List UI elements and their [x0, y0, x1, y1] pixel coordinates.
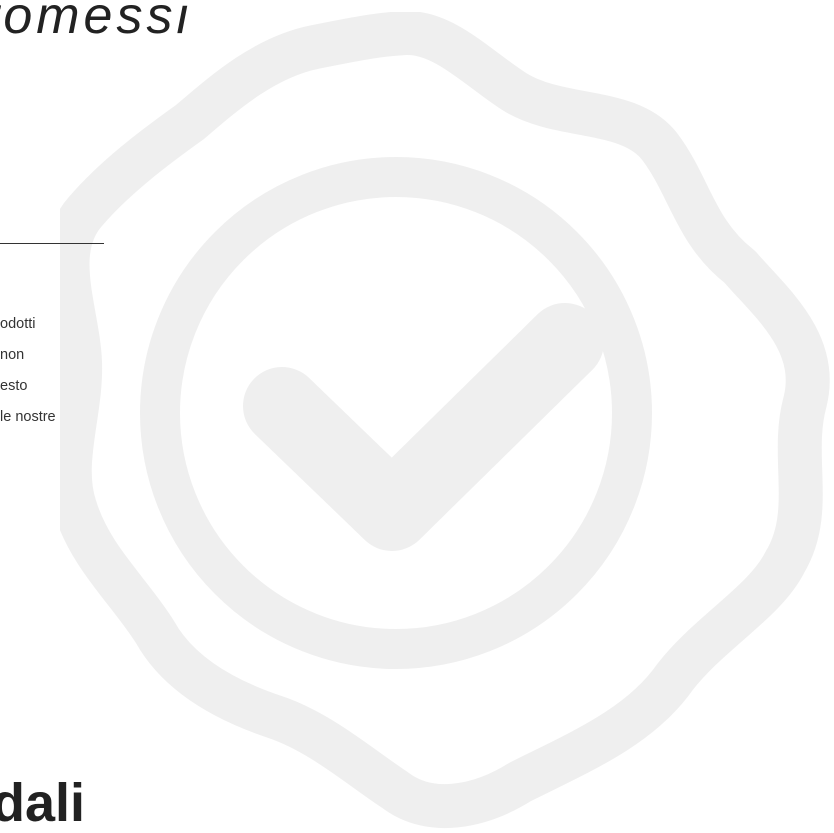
body-line: non [0, 347, 25, 363]
body-line: le nostre [0, 409, 56, 425]
check-mark [243, 303, 604, 551]
body-text: odotti non esto le nostre [0, 314, 56, 438]
verified-check-badge-icon [60, 12, 830, 829]
page-title: romessi [0, 0, 193, 45]
badge-inner-ring [140, 157, 652, 669]
body-line: odotti [0, 316, 36, 332]
body-line: esto [0, 378, 28, 394]
divider [0, 243, 104, 244]
page: romessi odotti non esto le nostre dali [0, 0, 834, 833]
section-title: dali [0, 773, 86, 833]
